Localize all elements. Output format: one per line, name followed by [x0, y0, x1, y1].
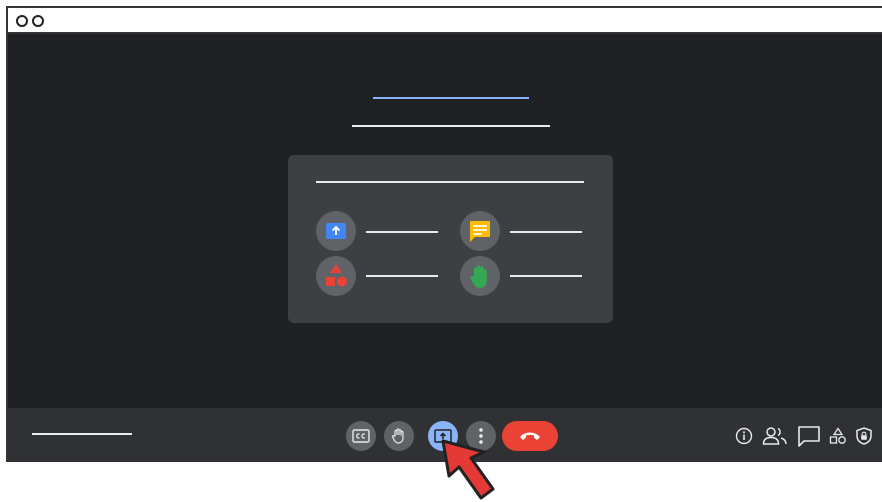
title-bar: [8, 8, 882, 34]
window-control-dot[interactable]: [16, 15, 28, 27]
host-controls-icon[interactable]: [854, 424, 874, 448]
chat-icon: [460, 211, 500, 251]
subheading-placeholder-line: [352, 125, 550, 127]
hand-icon: [391, 428, 404, 444]
card-title-placeholder-line: [316, 181, 584, 183]
leave-call-button[interactable]: [502, 421, 558, 451]
feature-label-placeholder: [366, 231, 438, 233]
feature-label-placeholder: [510, 275, 582, 277]
raise-hand-icon: [460, 256, 500, 296]
captions-button[interactable]: [346, 421, 376, 451]
raise-hand-button[interactable]: [384, 421, 414, 451]
feature-overview-card: [288, 155, 613, 323]
meeting-window: [6, 6, 882, 462]
chat-icon[interactable]: [796, 424, 822, 448]
pointer-arrow-icon: [441, 439, 495, 500]
activities-icon[interactable]: [828, 424, 848, 448]
window-control-dot[interactable]: [32, 15, 44, 27]
info-icon[interactable]: [734, 424, 754, 448]
meeting-stage: [8, 34, 882, 408]
activities-icon: [316, 256, 356, 296]
call-end-icon: [520, 432, 540, 440]
present-screen-icon: [316, 211, 356, 251]
feature-label-placeholder: [366, 275, 438, 277]
heading-placeholder-line: [373, 97, 529, 99]
people-icon[interactable]: [762, 424, 788, 448]
cc-icon: [352, 429, 370, 443]
meeting-name-placeholder: [32, 433, 132, 435]
feature-label-placeholder: [510, 231, 582, 233]
